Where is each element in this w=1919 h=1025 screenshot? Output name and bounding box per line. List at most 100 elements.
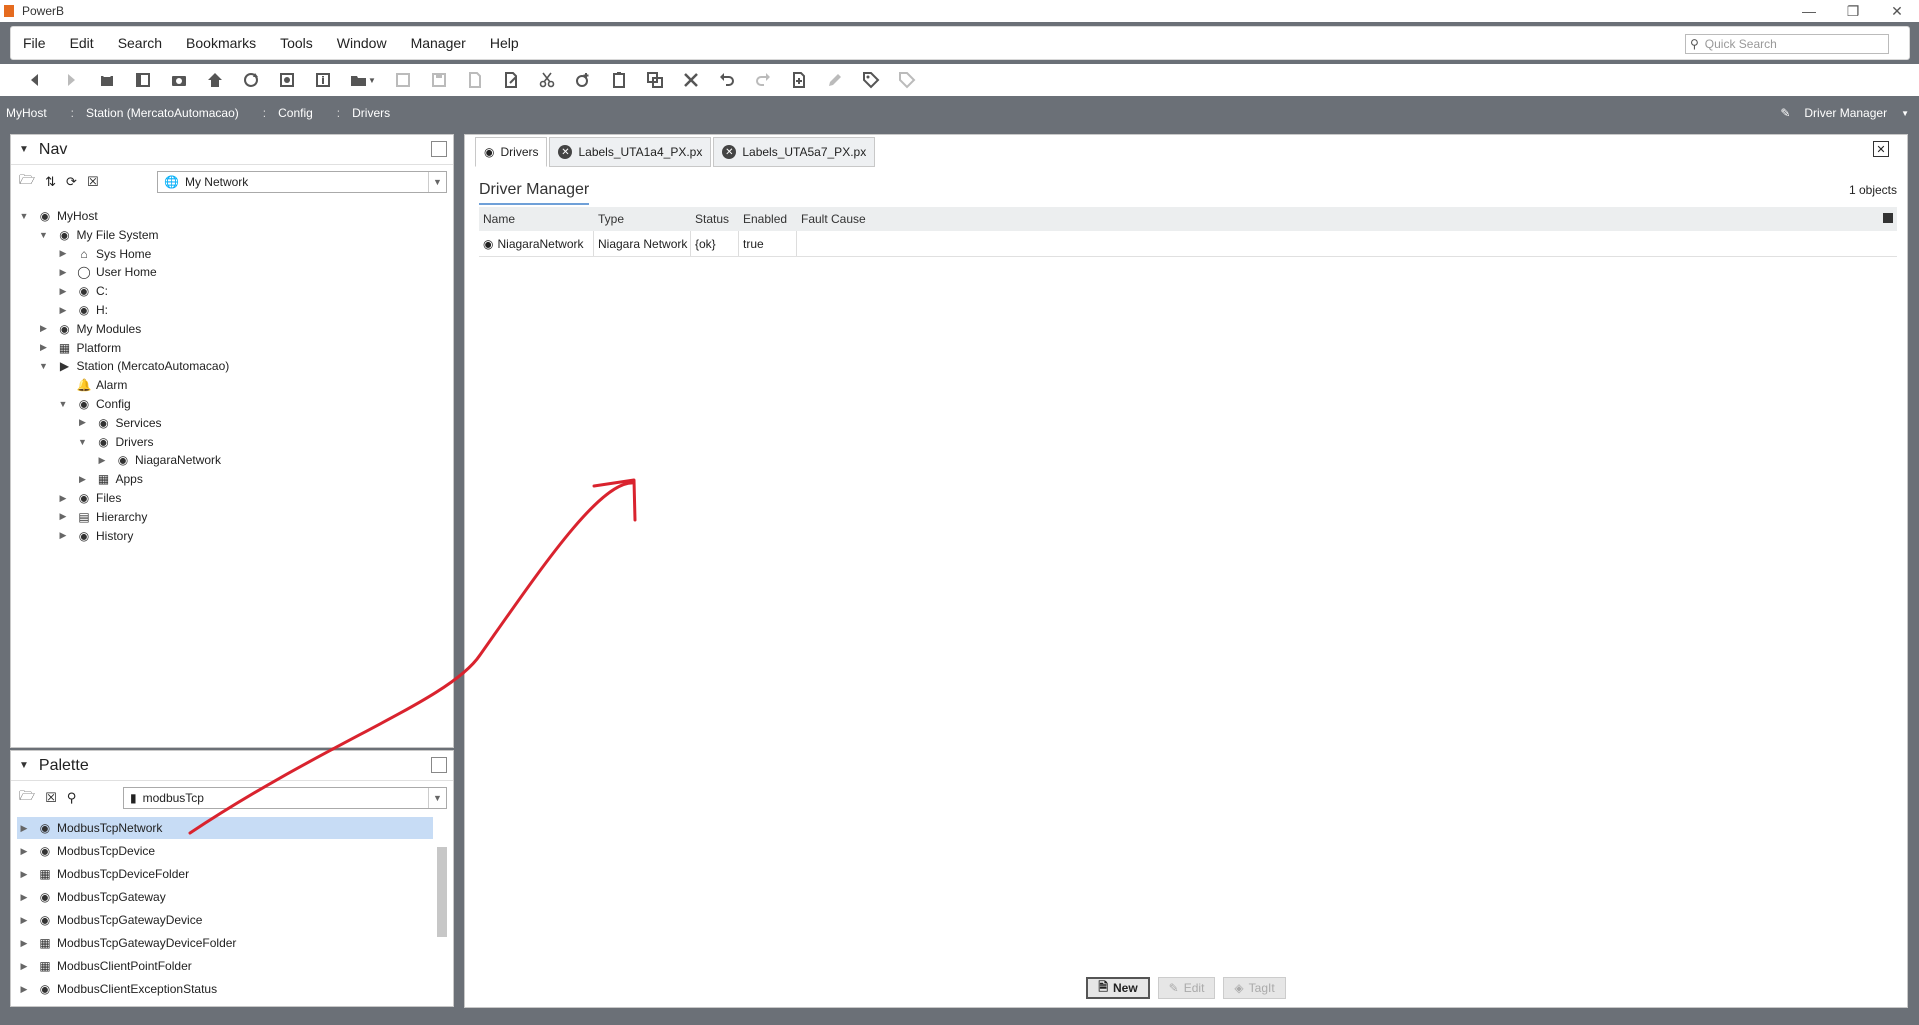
undo-icon[interactable] xyxy=(712,67,742,93)
tag-icon[interactable] xyxy=(856,67,886,93)
collapse-icon[interactable]: ▼ xyxy=(19,144,29,155)
refresh-icon[interactable]: ⟳ xyxy=(66,174,77,190)
edit-button[interactable]: ✎ Edit xyxy=(1157,977,1216,999)
menu-window[interactable]: Window xyxy=(325,35,399,51)
breadcrumb-myhost[interactable]: MyHost xyxy=(0,106,53,120)
export-icon[interactable] xyxy=(460,67,490,93)
screenshot-icon[interactable] xyxy=(164,67,194,93)
minimize-icon[interactable]: — xyxy=(1787,0,1831,22)
palette-item-modbustcpgateway[interactable]: ▶ ◉ ModbusTcpGateway xyxy=(17,886,433,908)
close-view-icon[interactable]: ✕ xyxy=(1873,141,1889,157)
side-bar-icon[interactable] xyxy=(128,67,158,93)
palette-item-modbustcpdevice[interactable]: ▶ ◉ ModbusTcpDevice xyxy=(17,840,433,862)
collapse-arrow-icon[interactable]: ▼ xyxy=(37,361,51,371)
breadcrumb-config[interactable]: Config xyxy=(272,106,319,120)
tab-drivers[interactable]: ◉ Drivers xyxy=(475,137,548,167)
breadcrumb-drivers[interactable]: Drivers xyxy=(346,106,396,120)
tagit-button[interactable]: ◈ TagIt xyxy=(1223,977,1286,999)
palette-item-modbusclientexceptionstatus[interactable]: ▶ ◉ ModbusClientExceptionStatus xyxy=(17,978,433,1000)
expand-arrow-icon[interactable]: ▶ xyxy=(17,984,31,995)
sync-icon[interactable] xyxy=(272,67,302,93)
expand-arrow-icon[interactable]: ▶ xyxy=(37,342,51,353)
expand-arrow-icon[interactable]: ▶ xyxy=(17,823,31,834)
collapse-arrow-icon[interactable]: ▼ xyxy=(76,437,90,447)
palette-scrollbar[interactable] xyxy=(437,837,447,1005)
duplicate-icon[interactable] xyxy=(640,67,670,93)
restore-icon[interactable]: ❐ xyxy=(1831,0,1875,22)
open-folder-icon[interactable]: ▼ xyxy=(344,67,382,93)
table-row[interactable]: ◉ NiagaraNetwork Niagara Network {ok} tru… xyxy=(479,231,1897,257)
expand-arrow-icon[interactable]: ▶ xyxy=(56,493,70,504)
info-icon[interactable] xyxy=(308,67,338,93)
edit-doc-icon[interactable] xyxy=(496,67,526,93)
new-button[interactable]: 🗎 New xyxy=(1086,977,1150,999)
pencil-icon[interactable] xyxy=(820,67,850,93)
menu-manager[interactable]: Manager xyxy=(399,35,478,51)
expand-arrow-icon[interactable]: ▶ xyxy=(56,248,70,259)
maximize-icon[interactable] xyxy=(431,141,447,157)
collapse-arrow-icon[interactable]: ▼ xyxy=(17,211,31,221)
collapse-arrow-icon[interactable]: ▼ xyxy=(37,230,51,240)
scrollbar-thumb[interactable] xyxy=(437,847,447,937)
tab-labels-uta1a4[interactable]: ✕ Labels_UTA1a4_PX.px xyxy=(549,137,712,167)
paste-icon[interactable] xyxy=(604,67,634,93)
expand-arrow-icon[interactable]: ▶ xyxy=(76,417,90,428)
expand-arrow-icon[interactable]: ▶ xyxy=(17,938,31,949)
palette-item-modbustcpnetwork[interactable]: ▶ ◉ ModbusTcpNetwork xyxy=(17,817,433,839)
tab-labels-uta5a7[interactable]: ✕ Labels_UTA5a7_PX.px xyxy=(713,137,876,167)
copy-icon[interactable] xyxy=(568,67,598,93)
menu-edit[interactable]: Edit xyxy=(58,35,106,51)
expand-arrow-icon[interactable]: ▶ xyxy=(17,915,31,926)
quick-search-input[interactable]: ⚲ Quick Search xyxy=(1685,34,1889,54)
open-folder-icon[interactable]: 🗁 xyxy=(19,787,35,809)
home-icon[interactable] xyxy=(200,67,230,93)
palette-selector[interactable]: ▮ modbusTcp ▼ xyxy=(123,787,447,809)
menu-tools[interactable]: Tools xyxy=(268,35,325,51)
close-icon[interactable]: ☒ xyxy=(45,790,57,806)
palette-item-modbustcpgatewaydevicefolder[interactable]: ▶ ▦ ModbusTcpGatewayDeviceFolder xyxy=(17,932,433,954)
expand-arrow-icon[interactable]: ▶ xyxy=(56,511,70,522)
column-enabled[interactable]: Enabled xyxy=(739,207,797,231)
close-icon[interactable]: ☒ xyxy=(87,174,99,190)
expand-arrow-icon[interactable]: ▶ xyxy=(56,530,70,541)
close-icon[interactable]: ✕ xyxy=(1875,0,1919,22)
expand-arrow-icon[interactable]: ▶ xyxy=(37,323,51,334)
view-selector[interactable]: ✎ Driver Manager ▼ xyxy=(1780,98,1909,128)
expand-arrow-icon[interactable]: ▶ xyxy=(56,286,70,297)
close-tab-icon[interactable]: ✕ xyxy=(558,145,573,159)
column-status[interactable]: Status xyxy=(691,207,739,231)
column-type[interactable]: Type xyxy=(594,207,691,231)
expand-arrow-icon[interactable]: ▶ xyxy=(56,305,70,316)
column-fault-cause[interactable]: Fault Cause xyxy=(797,207,1897,231)
new-doc-icon[interactable] xyxy=(784,67,814,93)
maximize-icon[interactable] xyxy=(431,757,447,773)
save-all-icon[interactable] xyxy=(424,67,454,93)
expand-arrow-icon[interactable]: ▶ xyxy=(56,267,70,278)
expand-arrow-icon[interactable]: ▶ xyxy=(95,455,109,466)
menu-bookmarks[interactable]: Bookmarks xyxy=(174,35,268,51)
tree-node-history[interactable]: ▶ ◉ History xyxy=(56,525,134,547)
palette-item-modbusclientpointfolder[interactable]: ▶ ▦ ModbusClientPointFolder xyxy=(17,955,433,977)
palette-item-modbustcpdevicefolder[interactable]: ▶ ▦ ModbusTcpDeviceFolder xyxy=(17,863,433,885)
expand-arrow-icon[interactable]: ▶ xyxy=(17,892,31,903)
column-name[interactable]: Name xyxy=(479,207,594,231)
menu-help[interactable]: Help xyxy=(478,35,531,51)
expand-arrow-icon[interactable]: ▶ xyxy=(17,869,31,880)
cut-icon[interactable] xyxy=(532,67,562,93)
breadcrumb-station[interactable]: Station (MercatoAutomacao) xyxy=(80,106,245,120)
expand-arrow-icon[interactable]: ▶ xyxy=(17,846,31,857)
back-icon[interactable] xyxy=(20,67,50,93)
menu-search[interactable]: Search xyxy=(106,35,174,51)
palette-item-modbustcpgatewaydevice[interactable]: ▶ ◉ ModbusTcpGatewayDevice xyxy=(17,909,433,931)
up-level-icon[interactable] xyxy=(92,67,122,93)
new-folder-icon[interactable]: 🗁 xyxy=(19,171,35,193)
sort-icon[interactable]: ⇅ xyxy=(45,174,56,190)
expand-arrow-icon[interactable]: ▶ xyxy=(76,474,90,485)
refresh-icon[interactable] xyxy=(236,67,266,93)
menu-file[interactable]: File xyxy=(11,35,58,51)
find-icon[interactable]: ⚲ xyxy=(67,790,77,806)
forward-icon[interactable] xyxy=(56,67,86,93)
tag-it-icon[interactable] xyxy=(892,67,922,93)
redo-icon[interactable] xyxy=(748,67,778,93)
save-icon[interactable] xyxy=(388,67,418,93)
